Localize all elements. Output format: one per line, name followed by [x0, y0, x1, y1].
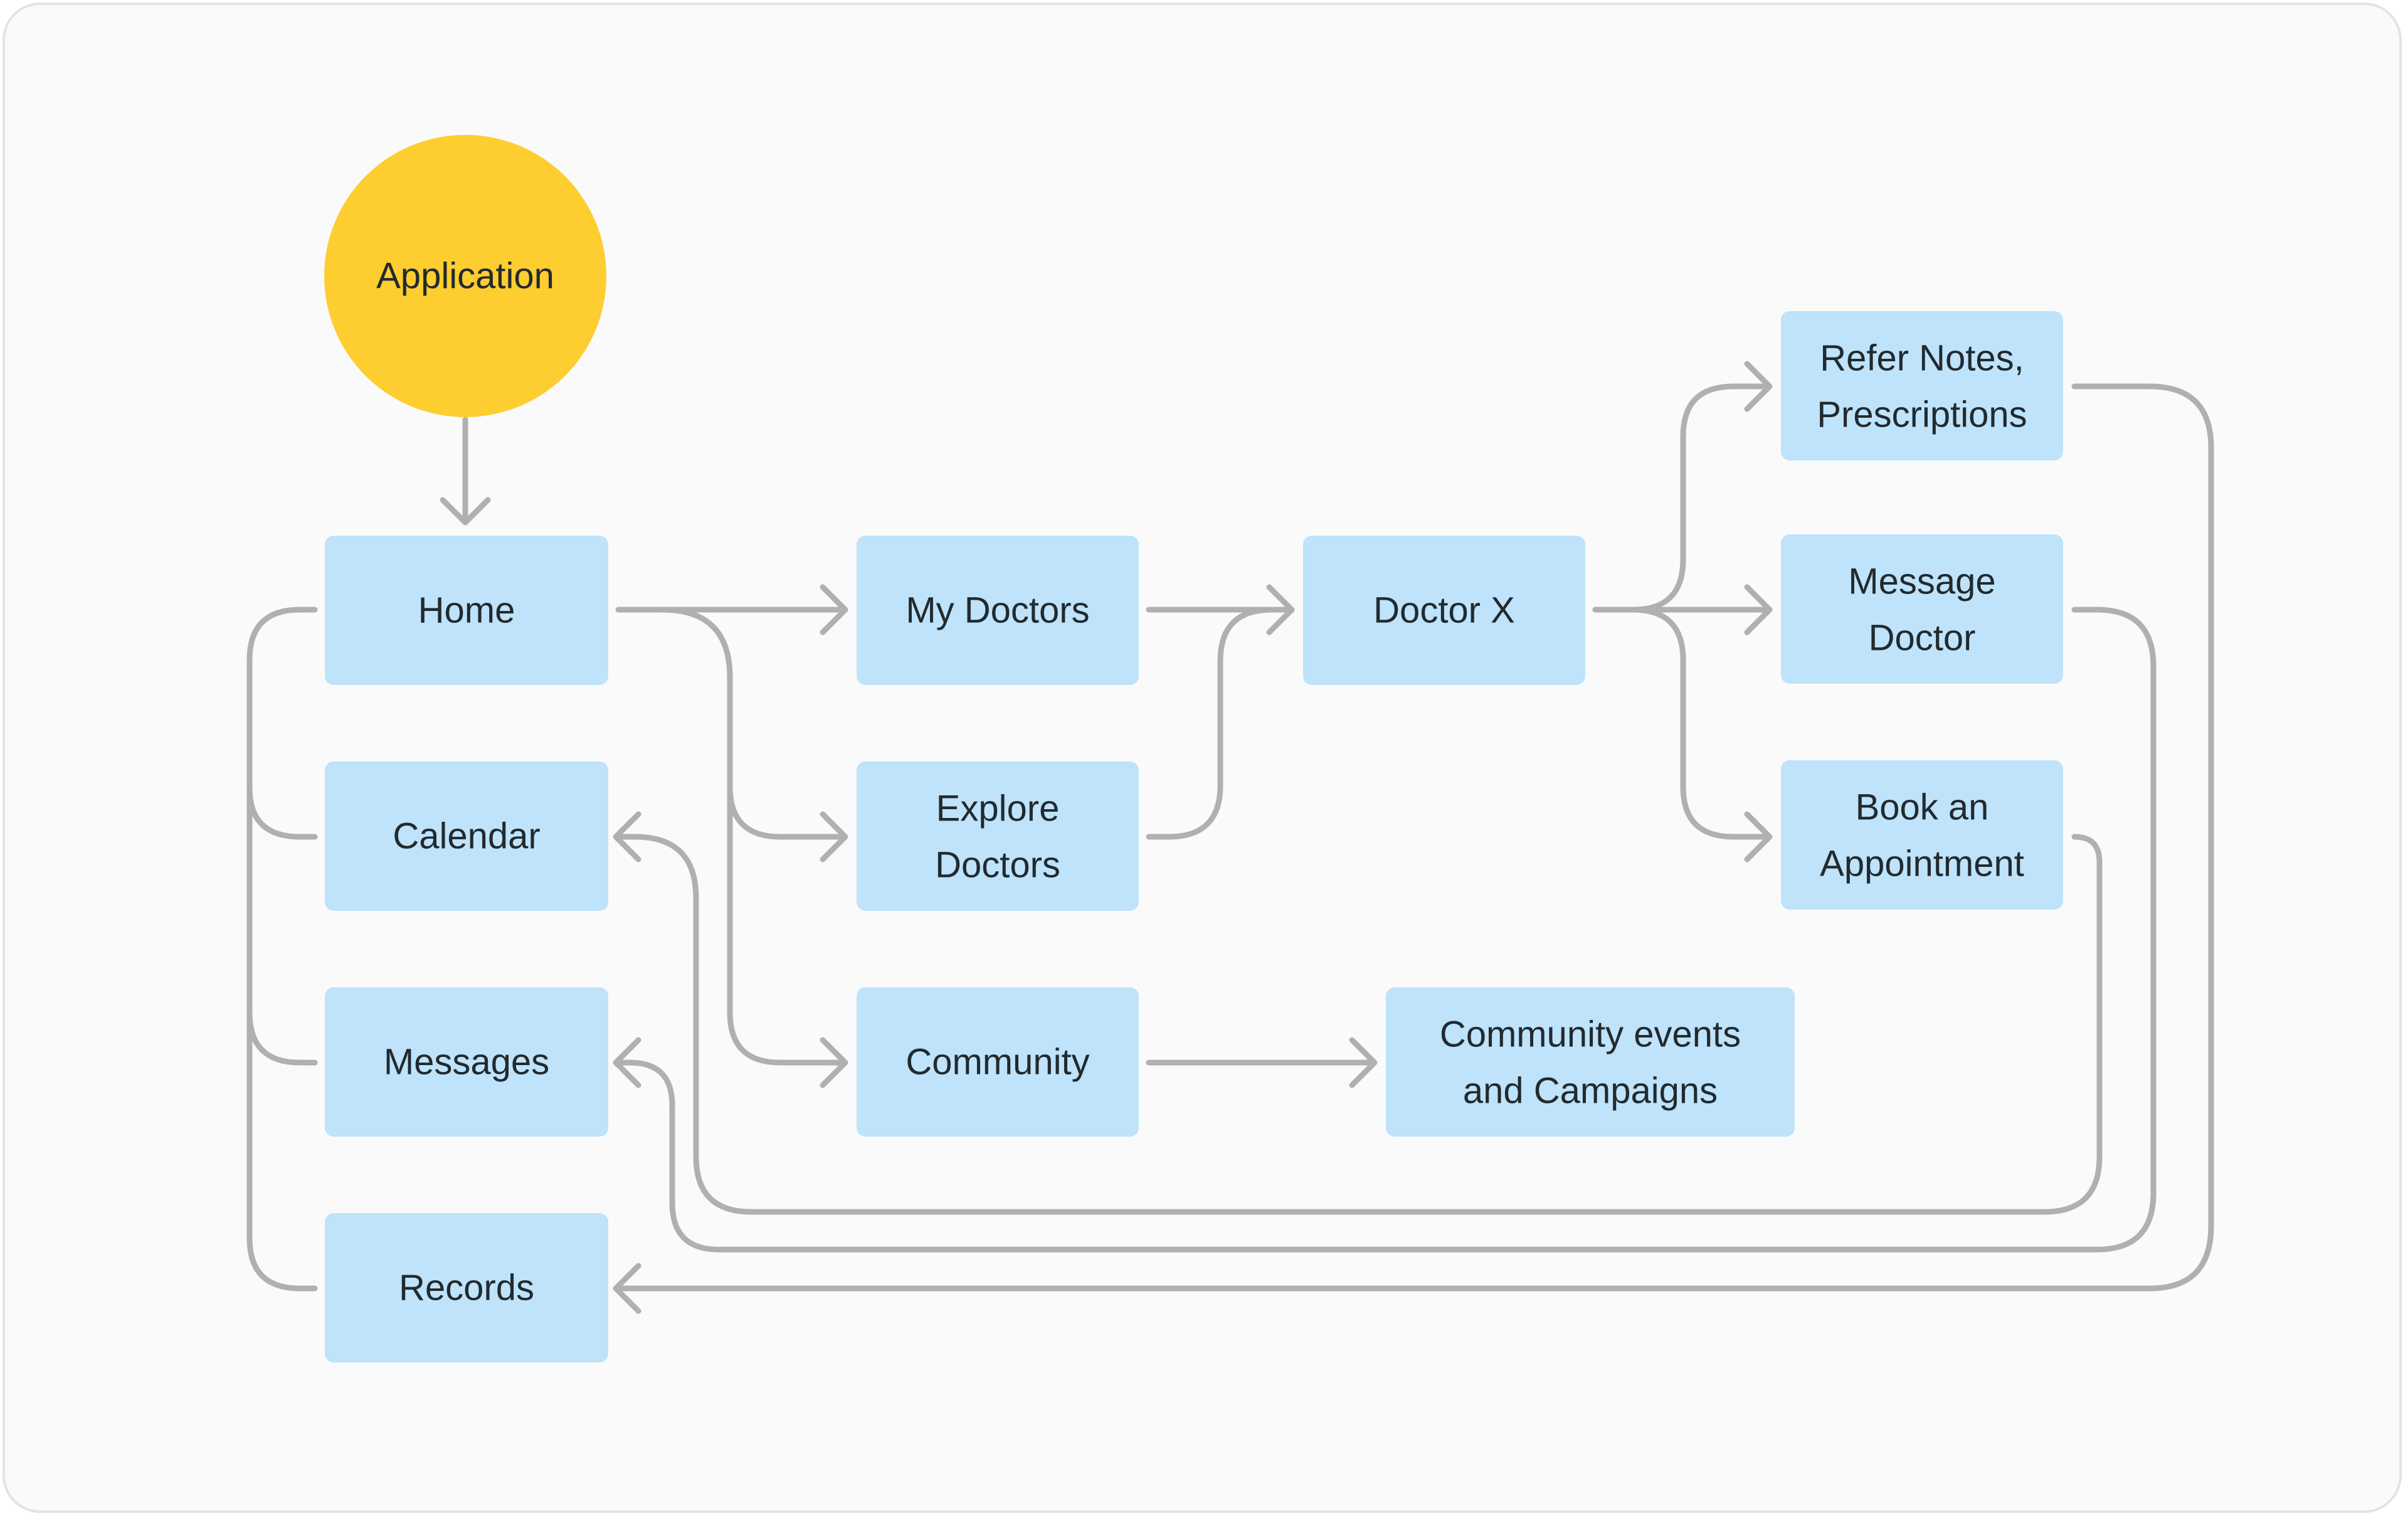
node-application: Application — [324, 135, 606, 417]
node-book-appointment-line2: Appointment — [1820, 844, 2024, 884]
node-message-doctor-line1: Message — [1848, 561, 1995, 602]
edge-doctorx-book — [1630, 607, 1770, 840]
edge-home-messages — [246, 783, 318, 1066]
node-messages: Messages — [325, 987, 608, 1137]
edge-home-calendar — [246, 607, 318, 840]
node-book-appointment: Book an Appointment — [1781, 760, 2063, 910]
node-community-label: Community — [906, 1042, 1089, 1083]
node-refer-notes-line2: Prescriptions — [1817, 395, 2027, 435]
edge-explore-doctorx — [1146, 607, 1275, 840]
edge-home-explore — [659, 607, 846, 840]
node-refer-notes: Refer Notes, Prescriptions — [1781, 311, 2063, 460]
node-my-doctors-label: My Doctors — [906, 590, 1089, 631]
node-messages-label: Messages — [384, 1042, 549, 1083]
node-community: Community — [857, 987, 1139, 1137]
node-explore-doctors-line1: Explore — [936, 788, 1060, 829]
node-calendar: Calendar — [325, 762, 608, 911]
edge-home-records — [246, 1009, 318, 1292]
node-doctor-x-label: Doctor X — [1373, 590, 1515, 631]
node-home: Home — [325, 536, 608, 685]
node-records-label: Records — [399, 1268, 534, 1308]
edge-message-messages — [615, 607, 2157, 1253]
node-calendar-label: Calendar — [393, 816, 540, 857]
node-application-label: Application — [376, 256, 554, 297]
node-doctor-x: Doctor X — [1303, 536, 1585, 685]
node-community-events-line1: Community events — [1440, 1014, 1741, 1055]
node-refer-notes-line1: Refer Notes, — [1820, 338, 2024, 379]
node-explore-doctors: Explore Doctors — [857, 762, 1139, 911]
node-community-events: Community events and Campaigns — [1386, 987, 1795, 1137]
diagram-canvas: Application Home Calendar Messages Recor… — [3, 3, 2402, 1513]
node-message-doctor-line2: Doctor — [1869, 618, 1976, 659]
node-book-appointment-line1: Book an — [1856, 787, 1989, 828]
node-my-doctors: My Doctors — [857, 536, 1139, 685]
node-community-events-line2: and Campaigns — [1463, 1071, 1718, 1112]
flow-diagram: Application Home Calendar Messages Recor… — [246, 135, 2214, 1362]
node-explore-doctors-line2: Doctors — [935, 845, 1060, 886]
node-home-label: Home — [418, 590, 515, 631]
node-records: Records — [325, 1213, 608, 1362]
edge-doctorx-refer — [1592, 383, 1770, 613]
node-message-doctor: Message Doctor — [1781, 534, 2063, 684]
